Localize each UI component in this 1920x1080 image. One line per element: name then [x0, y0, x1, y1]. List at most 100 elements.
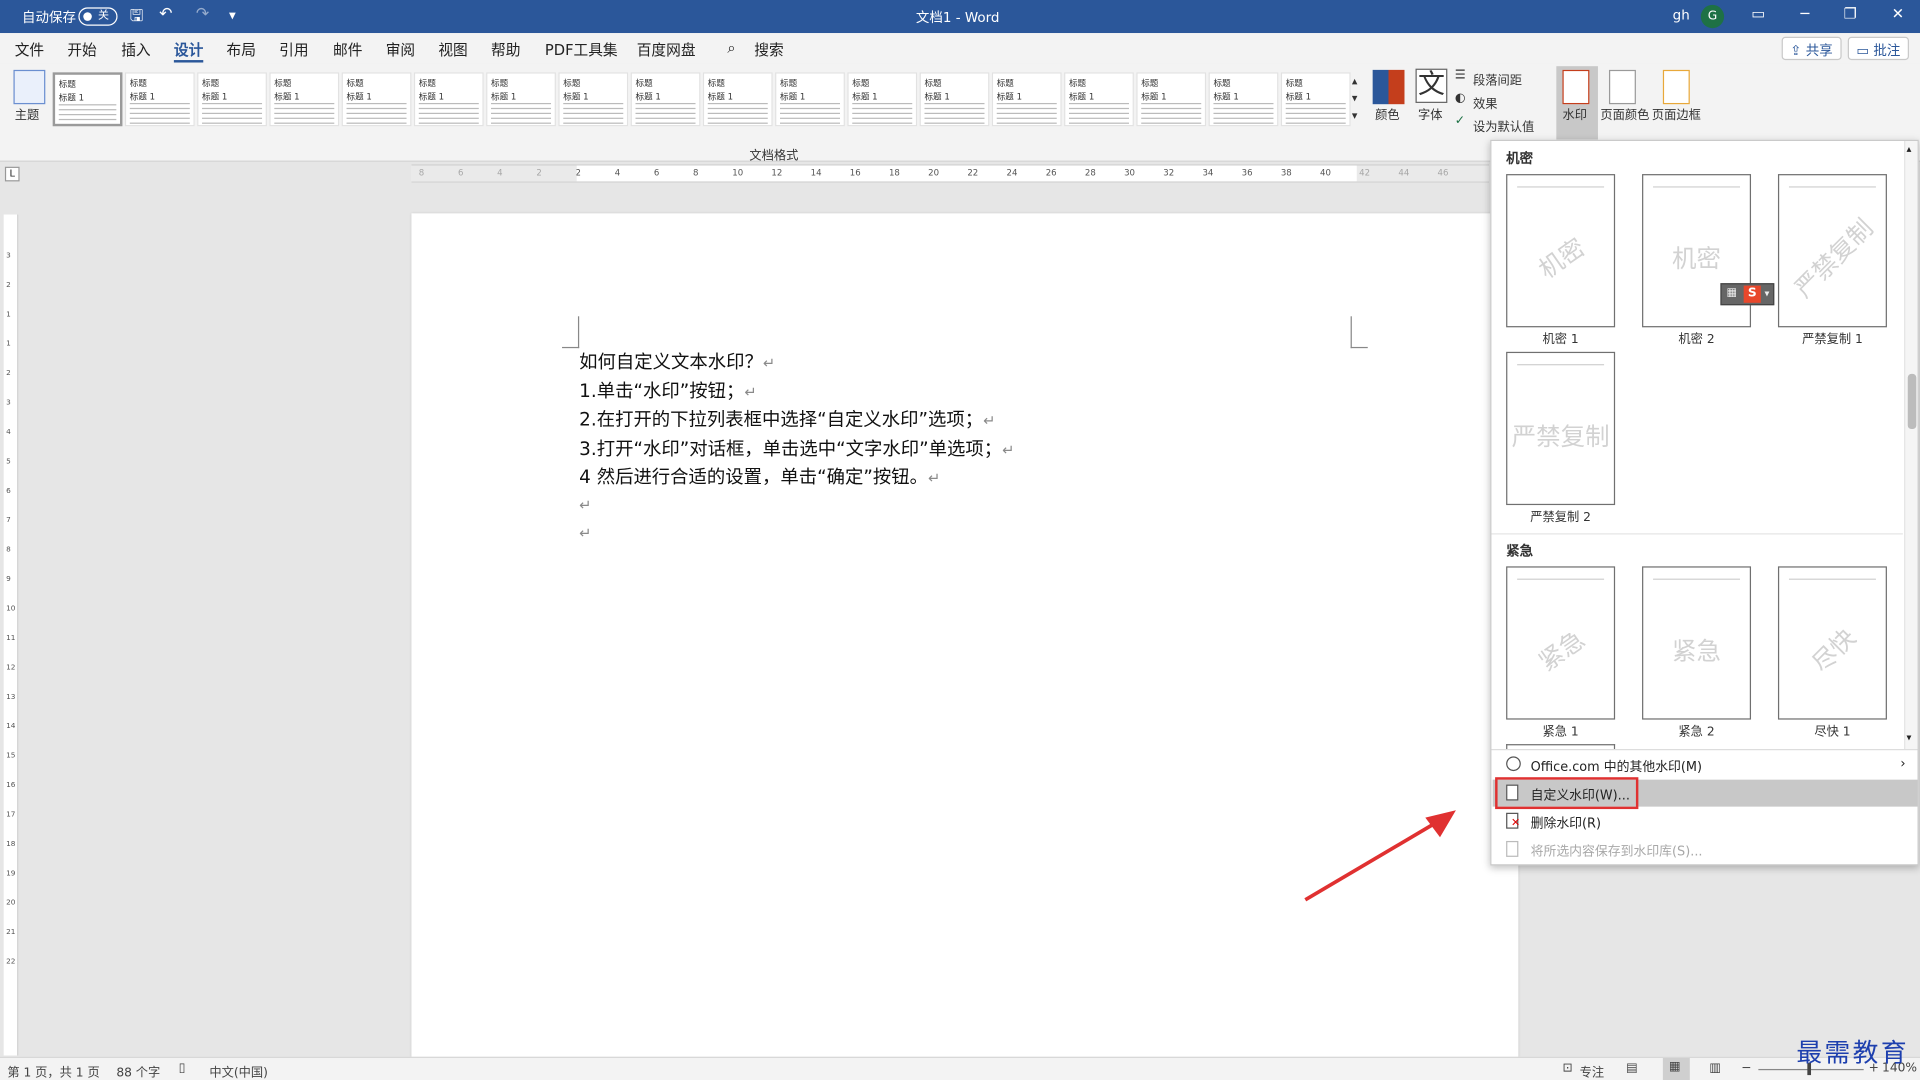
style-thumb[interactable]: 标题 标题 1 — [630, 72, 701, 127]
style-thumb[interactable]: 标题 标题 1 — [991, 72, 1062, 127]
print-layout-icon[interactable]: ▦ — [1662, 1057, 1690, 1080]
menu-more-watermarks[interactable]: Office.com 中的其他水印(M) › — [1493, 751, 1918, 778]
zoom-out-icon[interactable]: − — [1741, 1062, 1751, 1075]
paragraph-spacing-label[interactable]: 段落间距 — [1473, 70, 1522, 88]
tab-help[interactable]: 帮助 — [491, 39, 520, 60]
tab-review[interactable]: 审阅 — [386, 39, 415, 60]
watermark-option[interactable]: 紧急 — [1642, 566, 1752, 720]
undo-icon[interactable]: ↶ — [159, 5, 172, 23]
gallery-scroll-up-icon[interactable]: ▴ — [1352, 76, 1358, 88]
effects-icon[interactable]: ◐ — [1455, 92, 1466, 105]
document-paragraph[interactable]: 1.单击“水印”按钮；↵ — [579, 377, 756, 403]
gallery-scrollbar[interactable]: ▴ ▾ — [1904, 140, 1918, 750]
fonts-icon[interactable]: 文 — [1415, 68, 1448, 103]
style-thumb[interactable]: 标题 标题 1 — [269, 72, 340, 127]
search-label[interactable]: 搜索 — [754, 39, 783, 60]
document-paragraph[interactable]: ↵ — [579, 521, 591, 543]
watermark-option[interactable]: 严禁复制 — [1777, 174, 1887, 328]
style-thumb[interactable]: 标题 标题 1 — [775, 72, 845, 127]
document-paragraph[interactable]: 2.在打开的下拉列表框中选择“自定义水印”选项；↵ — [579, 406, 995, 432]
page-color-label[interactable]: 页面颜色 — [1600, 104, 1649, 122]
style-thumb[interactable]: 标题 标题 1 — [1208, 72, 1279, 127]
themes-label[interactable]: 主题 — [15, 104, 39, 122]
style-thumb[interactable]: 标题 标题 1 — [1064, 72, 1134, 127]
save-icon[interactable]: 🖫 — [130, 5, 144, 32]
watermark-option[interactable]: 紧急 — [1506, 566, 1616, 720]
style-thumb[interactable]: 标题 标题 1 — [486, 72, 556, 127]
watermark-option[interactable]: 尽快 — [1777, 566, 1887, 720]
watermark-option[interactable]: 机密 — [1506, 174, 1616, 328]
tab-insert[interactable]: 插入 — [121, 39, 150, 60]
customize-qat-icon[interactable]: ▾ — [229, 7, 236, 23]
colors-icon[interactable] — [1372, 69, 1405, 105]
style-thumb[interactable]: 标题 标题 1 — [1280, 72, 1351, 127]
tab-file[interactable]: 文件 — [15, 39, 44, 60]
style-thumb[interactable]: 标题 标题 1 — [847, 72, 918, 127]
redo-icon[interactable]: ↷ — [196, 5, 209, 23]
tab-baidu-netdisk[interactable]: 百度网盘 — [637, 39, 696, 60]
menu-remove-watermark[interactable]: ✕ 删除水印(R) — [1493, 808, 1918, 835]
scroll-down-icon[interactable]: ▾ — [1907, 732, 1912, 743]
focus-mode[interactable]: 专注 — [1580, 1062, 1604, 1080]
comments-button[interactable]: ▭ 批注 — [1847, 36, 1909, 61]
page-color-icon[interactable] — [1608, 69, 1636, 105]
tab-home[interactable]: 开始 — [67, 39, 96, 60]
search-icon[interactable]: ⌕ — [727, 39, 735, 57]
style-thumb[interactable]: 标题 标题 1 — [1136, 72, 1207, 127]
style-thumb[interactable]: 标题 标题 1 — [558, 72, 629, 127]
document-paragraph[interactable]: 如何自定义文本水印？↵ — [579, 348, 775, 374]
word-count[interactable]: 88 个字 — [116, 1062, 160, 1080]
gallery-more-icon[interactable]: ▾ — [1352, 110, 1358, 122]
restore-icon[interactable]: ❐ — [1838, 5, 1862, 22]
style-thumb[interactable]: 标题 标题 1 — [197, 72, 267, 127]
close-icon[interactable]: ✕ — [1886, 5, 1910, 22]
share-button[interactable]: ⇪ 共享 — [1781, 36, 1842, 61]
set-default-icon[interactable]: ✓ — [1455, 114, 1465, 127]
avatar[interactable]: G — [1700, 4, 1725, 29]
effects-label[interactable]: 效果 — [1473, 93, 1497, 111]
set-default-label[interactable]: 设为默认值 — [1473, 116, 1534, 134]
style-thumb[interactable]: 标题 标题 1 — [919, 72, 990, 127]
watermark-button[interactable]: 水印 — [1556, 66, 1598, 140]
autosave-toggle[interactable]: 关 — [78, 7, 118, 26]
page-count[interactable]: 第 1 页，共 1 页 — [7, 1062, 99, 1080]
tab-mailings[interactable]: 邮件 — [333, 39, 362, 60]
document-paragraph[interactable]: ↵ — [579, 492, 591, 514]
floating-ime-toolbar[interactable]: ▦ S ▾ — [1720, 283, 1775, 306]
scrollbar-thumb[interactable] — [1907, 373, 1917, 430]
page-borders-label[interactable]: 页面边框 — [1652, 104, 1701, 122]
fonts-label[interactable]: 字体 — [1418, 104, 1442, 122]
web-layout-icon[interactable]: ▥ — [1709, 1062, 1721, 1075]
ribbon-display-icon[interactable]: ▭ — [1746, 5, 1770, 22]
horizontal-ruler[interactable]: 8642246810121416182022242628303234363840… — [411, 164, 1489, 183]
read-mode-icon[interactable]: ▤ — [1626, 1062, 1638, 1075]
document-paragraph[interactable]: 4 然后进行合适的设置，单击“确定”按钮。↵ — [579, 463, 940, 489]
keyboard-icon[interactable]: ▦ — [1727, 287, 1737, 299]
tab-view[interactable]: 视图 — [438, 39, 467, 60]
vertical-ruler[interactable]: 3 2 1 1 2 3 4 5 6 7 8 9 10 11 12 13 14 15 16 17 18 19 20 21 22 — [3, 214, 19, 1056]
tab-layout[interactable]: 布局 — [227, 39, 256, 60]
themes-icon[interactable] — [13, 69, 46, 105]
paragraph-spacing-icon[interactable]: ☰ — [1455, 69, 1466, 82]
tab-references[interactable]: 引用 — [279, 39, 308, 60]
colors-label[interactable]: 颜色 — [1375, 104, 1399, 122]
page-borders-icon[interactable] — [1662, 69, 1690, 105]
focus-icon[interactable]: ⊡ — [1562, 1062, 1572, 1075]
style-thumb[interactable]: 标题 标题 1 — [413, 72, 484, 127]
user-name[interactable]: gh — [1673, 7, 1690, 23]
style-thumb[interactable]: 标题 标题 1 — [52, 72, 123, 127]
minimize-icon[interactable]: ─ — [1793, 5, 1817, 22]
document-paragraph[interactable]: 3.打开“水印”对话框，单击选中“文字水印”单选项；↵ — [579, 435, 1014, 461]
document-page[interactable]: 如何自定义文本水印？↵ 1.单击“水印”按钮；↵ 2.在打开的下拉列表框中选择“自定… — [411, 213, 1519, 1060]
style-thumb[interactable]: 标题 标题 1 — [341, 72, 412, 127]
tab-pdf-tools[interactable]: PDF工具集 — [545, 39, 618, 60]
sogou-icon[interactable]: S — [1743, 285, 1761, 303]
tab-selector[interactable]: L — [4, 166, 20, 182]
style-thumb[interactable]: 标题 标题 1 — [702, 72, 773, 127]
watermark-option[interactable]: 严禁复制 — [1506, 351, 1616, 506]
style-thumb[interactable]: 标题 标题 1 — [124, 72, 195, 127]
language[interactable]: 中文(中国) — [209, 1062, 268, 1080]
proofing-icon[interactable]: ▯ — [179, 1062, 186, 1075]
ime-menu-icon[interactable]: ▾ — [1764, 288, 1769, 299]
tab-design[interactable]: 设计 — [173, 39, 204, 63]
